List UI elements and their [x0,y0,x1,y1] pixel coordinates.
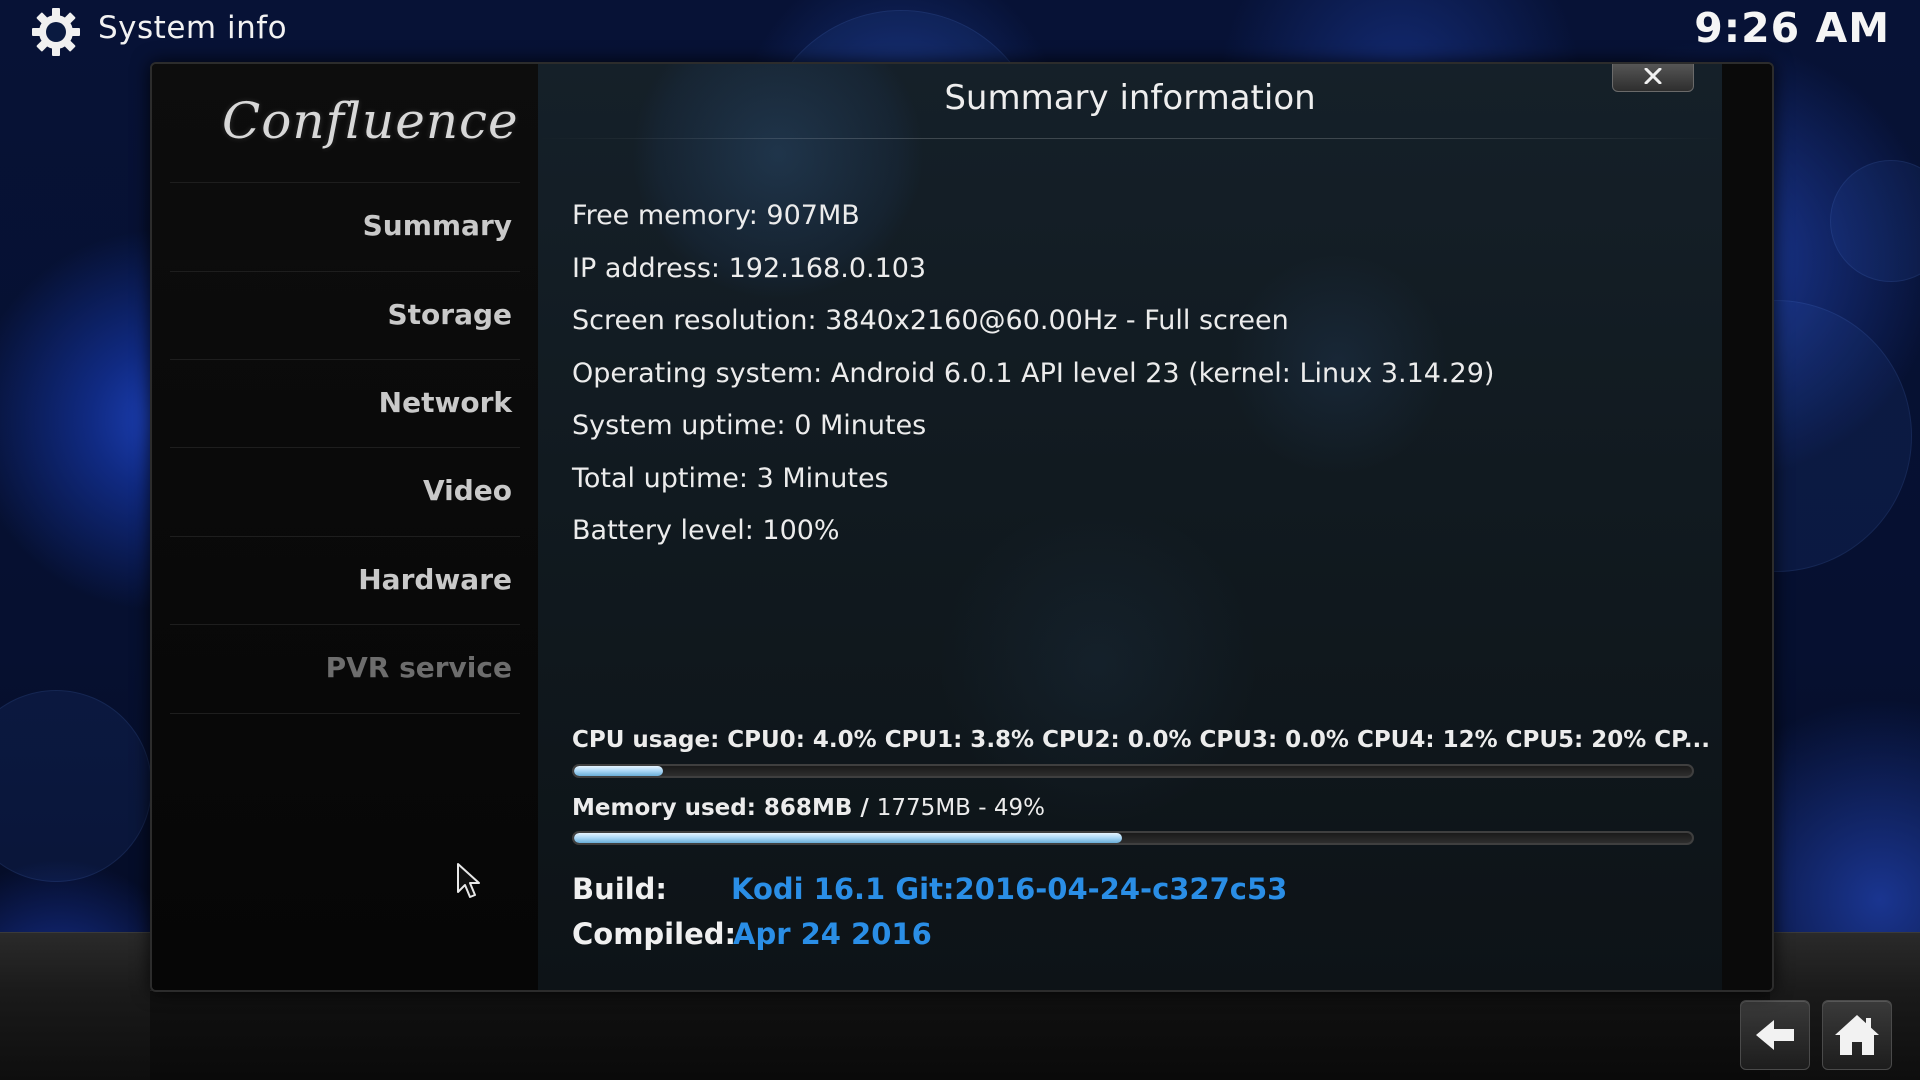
mouse-pointer-icon [457,863,480,898]
system-info-dialog: Confluence Summary Storage Network Video… [150,62,1774,992]
cpu-usage-bar-fill [574,766,664,776]
memory-used-value: Memory used: 868MB / [572,795,877,821]
clock: 9:26 AM [1694,4,1890,52]
kodi-screen: System info 9:26 AM Confluence Summary S… [0,0,1920,1080]
logo-text: Confluence [222,92,519,150]
info-screen-resolution: Screen resolution: 3840x2160@60.00Hz - F… [572,305,1289,336]
confluence-logo: Confluence [222,92,518,182]
sidebar-item-hardware[interactable]: Hardware [170,536,520,624]
gear-icon [32,8,80,56]
memory-total-value: 1775MB - 49% [876,795,1045,821]
compiled-value: Apr 24 2016 [733,917,932,951]
close-button[interactable] [1612,64,1694,92]
compiled-label: Compiled: [572,917,737,951]
memory-usage-bar-fill [574,833,1122,843]
back-arrow-icon [1756,1020,1794,1050]
title-divider [538,138,1722,139]
sidebar-item-summary[interactable]: Summary [170,182,520,270]
panel-title: Summary information [944,78,1316,118]
sidebar-item-storage[interactable]: Storage [170,271,520,359]
memory-usage-bar [572,831,1694,845]
summary-panel: Summary information Free memory: 907MB I… [538,64,1722,990]
info-operating-system: Operating system: Android 6.0.1 API leve… [572,358,1495,389]
info-system-uptime: System uptime: 0 Minutes [572,410,927,441]
sidebar-item-network[interactable]: Network [170,359,520,447]
build-label: Build: [572,872,667,906]
bokeh-circle [0,690,152,882]
build-value: Kodi 16.1 Git:2016-04-24-c327c53 [731,872,1288,906]
sidebar-divider [170,713,520,714]
info-total-uptime: Total uptime: 3 Minutes [572,463,889,494]
cpu-usage-bar [572,764,1694,778]
bottom-bar-panel [150,990,1770,1080]
home-icon [1835,1015,1879,1055]
bokeh-circle [1830,160,1920,282]
sidebar-item-video[interactable]: Video [170,447,520,535]
category-sidebar: Confluence Summary Storage Network Video… [152,64,538,990]
back-button[interactable] [1740,1000,1810,1070]
window-title: System info [98,10,288,46]
sidebar-item-pvr-service[interactable]: PVR service [170,624,520,712]
home-button[interactable] [1822,1000,1892,1070]
info-battery-level: Battery level: 100% [572,515,840,546]
cpu-usage-label: CPU usage: CPU0: 4.0% CPU1: 3.8% CPU2: 0… [572,727,1711,753]
info-ip-address: IP address: 192.168.0.103 [572,253,927,284]
memory-used-label: Memory used: 868MB / 1775MB - 49% [572,795,1045,821]
dialog-right-edge [1722,64,1772,990]
info-free-memory: Free memory: 907MB [572,200,860,231]
close-icon [1644,68,1662,84]
